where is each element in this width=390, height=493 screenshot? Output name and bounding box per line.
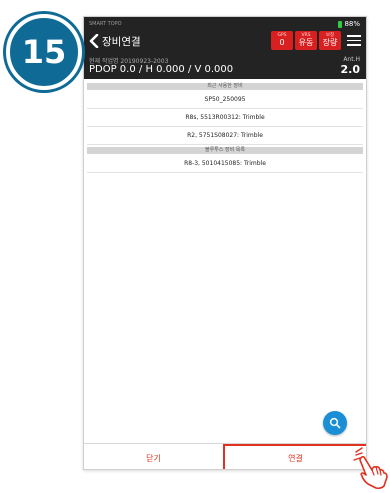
gps-badge[interactable]: GPS 0 xyxy=(271,31,293,50)
search-icon xyxy=(329,417,341,429)
dop-readout: PDOP 0.0 / H 0.000 / V 0.000 xyxy=(89,64,234,75)
phone-screen: SMART TOPO 88% 장비연결 GPS 0 VRS 유동 보정 장량 현… xyxy=(83,16,367,470)
title-row: 장비연결 xyxy=(87,33,141,49)
vrs-badge[interactable]: VRS 유동 xyxy=(295,31,317,50)
battery-status: 88% xyxy=(338,20,360,28)
vrs-badge-value: 유동 xyxy=(298,38,314,48)
page-title: 장비연결 xyxy=(102,35,141,48)
antenna-height-value: 2.0 xyxy=(340,63,361,76)
correction-badge-value: 장량 xyxy=(322,38,338,48)
step-number-badge: 15 xyxy=(6,14,82,90)
battery-icon xyxy=(338,20,343,28)
recent-device-item[interactable]: SP50_250095 xyxy=(87,91,363,109)
device-item[interactable]: R2, 5751S08027: Trimble xyxy=(87,127,363,145)
bluetooth-device-item[interactable]: R8-3, 5010415085: Trimble xyxy=(87,155,363,173)
antenna-height-label: Ant.H xyxy=(343,56,360,63)
hand-pointer-icon xyxy=(353,447,388,490)
bluetooth-devices-header: 블루투스 장비 목록 xyxy=(87,147,363,154)
status-bar-app-name: SMART TOPO xyxy=(89,21,122,27)
chevron-left-icon[interactable] xyxy=(87,33,101,49)
battery-percentage: 88% xyxy=(344,20,360,28)
status-badges: GPS 0 VRS 유동 보정 장량 xyxy=(271,31,341,50)
app-header: SMART TOPO 88% 장비연결 GPS 0 VRS 유동 보정 장량 현… xyxy=(84,17,366,79)
bottom-action-bar: 닫기 연결 xyxy=(84,443,366,469)
device-item[interactable]: R8s, 5513R00312: Trimble xyxy=(87,109,363,127)
correction-badge[interactable]: 보정 장량 xyxy=(319,31,341,50)
recent-devices-header: 최근 사용한 장비 xyxy=(87,83,363,90)
search-button[interactable] xyxy=(323,411,347,435)
close-button[interactable]: 닫기 xyxy=(84,444,223,469)
hamburger-menu-icon[interactable] xyxy=(347,35,361,46)
gps-badge-value: 0 xyxy=(279,38,285,48)
connect-button[interactable]: 연결 xyxy=(223,444,366,469)
